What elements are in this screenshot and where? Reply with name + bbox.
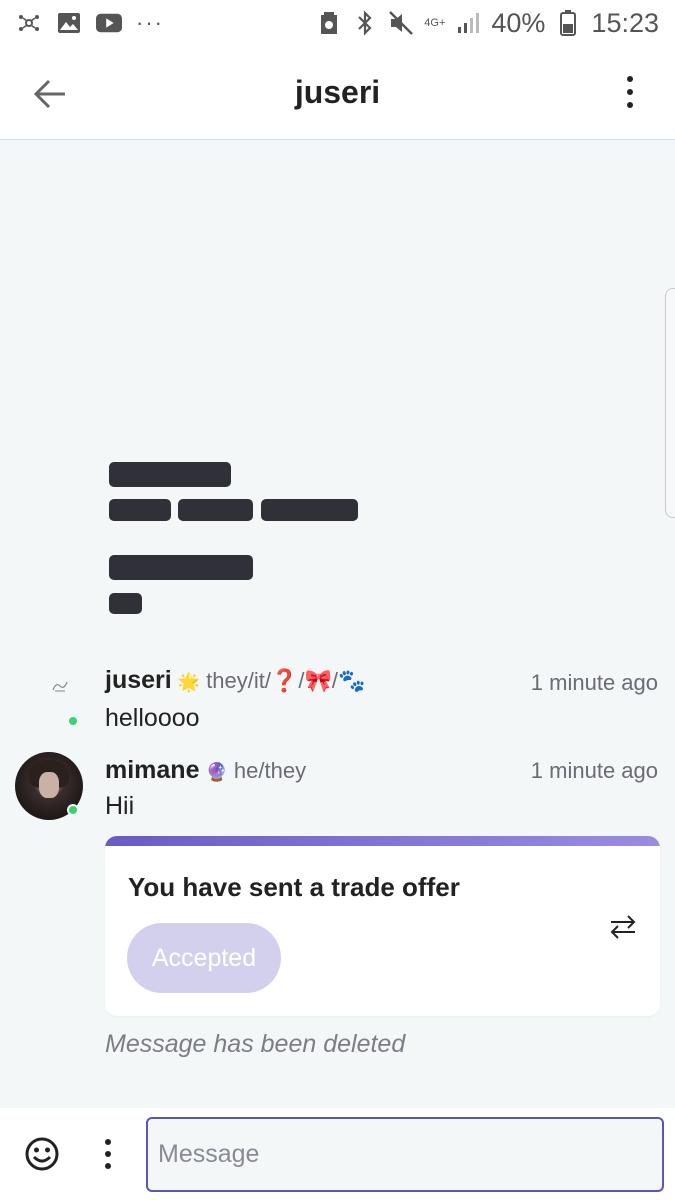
online-status-dot (67, 804, 79, 816)
redacted-text (109, 593, 142, 614)
bluetooth-icon (352, 10, 378, 36)
mute-icon (388, 10, 414, 36)
message-username[interactable]: juseri (105, 666, 172, 695)
redacted-text (109, 555, 253, 580)
avatar[interactable] (52, 680, 72, 696)
message-timestamp: 1 minute ago (530, 670, 658, 695)
more-options-icon[interactable] (615, 72, 645, 112)
youtube-icon (96, 10, 122, 36)
status-bar: ··· 4G+ 40% 15:23 (0, 0, 675, 46)
online-status-dot (67, 715, 79, 727)
trade-offer-title: You have sent a trade offer (128, 872, 460, 902)
scrollbar[interactable] (665, 288, 675, 518)
battery-percent: 40% (491, 7, 546, 38)
message-username[interactable]: mimane (105, 756, 199, 785)
app-bar: juseri (0, 46, 675, 140)
trade-offer-card[interactable]: You have sent a trade offer Accepted (105, 836, 660, 1016)
clock: 15:23 (591, 7, 659, 38)
redacted-text (178, 499, 253, 521)
deleted-message-notice: Message has been deleted (105, 1030, 406, 1058)
user-badge-icon: 🔮 (205, 762, 228, 782)
redacted-text (261, 499, 358, 521)
user-pronouns: he/they (233, 758, 307, 783)
user-badge-icon: 🌟 (177, 672, 201, 692)
message-composer (0, 1108, 675, 1200)
emoji-icon[interactable] (24, 1136, 60, 1172)
swap-arrows-icon[interactable] (608, 912, 638, 942)
page-title: juseri (294, 74, 381, 110)
message-item: juseri 🌟 they/it/❓/🎀/🐾 1 minute ago hell… (0, 666, 675, 736)
network-icon (16, 10, 42, 36)
more-notifications-icon: ··· (136, 10, 164, 35)
accepted-button[interactable]: Accepted (127, 923, 281, 993)
card-accent-bar (105, 836, 660, 846)
user-pronouns: they/it/❓/🎀/🐾 (206, 668, 366, 693)
gallery-icon (56, 10, 82, 36)
more-options-icon[interactable] (100, 1136, 116, 1172)
redacted-text (109, 462, 231, 487)
redacted-text (109, 499, 171, 521)
message-text: Hii (105, 792, 135, 820)
message-text: helloooo (105, 704, 200, 732)
message-input[interactable] (146, 1117, 664, 1192)
battery-icon (555, 10, 581, 36)
storage-icon (316, 10, 342, 36)
network-4g-icon: 4G+ (424, 16, 446, 29)
message-timestamp: 1 minute ago (530, 758, 658, 783)
signal-icon (455, 10, 481, 36)
message-item: mimane 🔮 he/they 1 minute ago Hii (0, 752, 675, 826)
